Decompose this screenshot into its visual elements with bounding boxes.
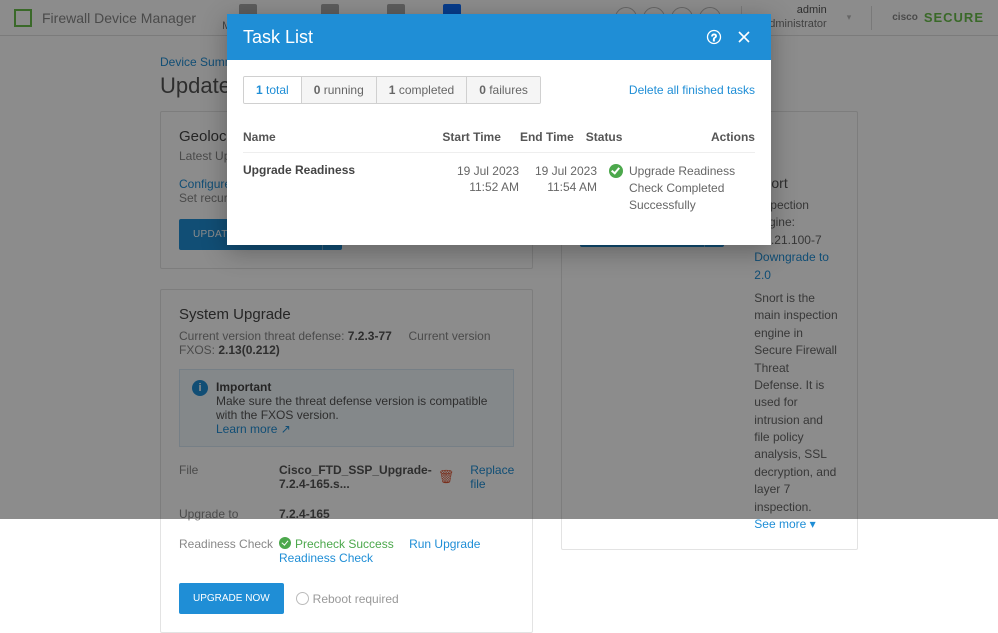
svg-text:?: ? [711,33,717,44]
check-icon [279,537,291,549]
tab-failures[interactable]: 0 failures [467,77,540,103]
reboot-icon [296,592,309,605]
table-row: Upgrade Readiness 19 Jul 2023 11:52 AM 1… [243,153,755,223]
col-end: End Time [501,130,574,144]
tab-completed[interactable]: 1 completed [377,77,467,103]
reboot-text: Reboot required [313,592,399,606]
status-success-icon [609,164,623,178]
row-status: Upgrade Readiness Check Completed Succes… [629,163,743,213]
row-start-date: 19 Jul 2023 [441,163,519,179]
help-icon[interactable]: ? [703,26,725,48]
delete-finished-link[interactable]: Delete all finished tasks [629,83,755,97]
modal-title: Task List [243,27,695,48]
table-header: Name Start Time End Time Status Actions [243,122,755,153]
col-start: Start Time [428,130,501,144]
row-name: Upgrade Readiness [243,163,355,177]
col-actions: Actions [711,130,755,144]
row-start-time: 11:52 AM [441,179,519,195]
col-name: Name [243,130,428,144]
reboot-note: Reboot required [296,592,399,606]
task-list-modal: Task List ? 1 total 0 running 1 complete… [227,14,771,245]
see-more-link[interactable]: See more ▾ [754,517,815,531]
row-end-time: 11:54 AM [519,179,597,195]
task-tabs: 1 total 0 running 1 completed 0 failures [243,76,541,104]
col-status: Status [574,130,711,144]
readiness-label: Readiness Check [179,537,279,565]
row-end-date: 19 Jul 2023 [519,163,597,179]
close-icon[interactable] [733,26,755,48]
upgrade-now-button[interactable]: UPGRADE NOW [179,583,284,614]
tab-total[interactable]: 1 total [244,77,302,103]
readiness-value: Precheck Success [295,537,394,551]
modal-overlay: Task List ? 1 total 0 running 1 complete… [0,0,998,519]
tab-running[interactable]: 0 running [302,77,377,103]
